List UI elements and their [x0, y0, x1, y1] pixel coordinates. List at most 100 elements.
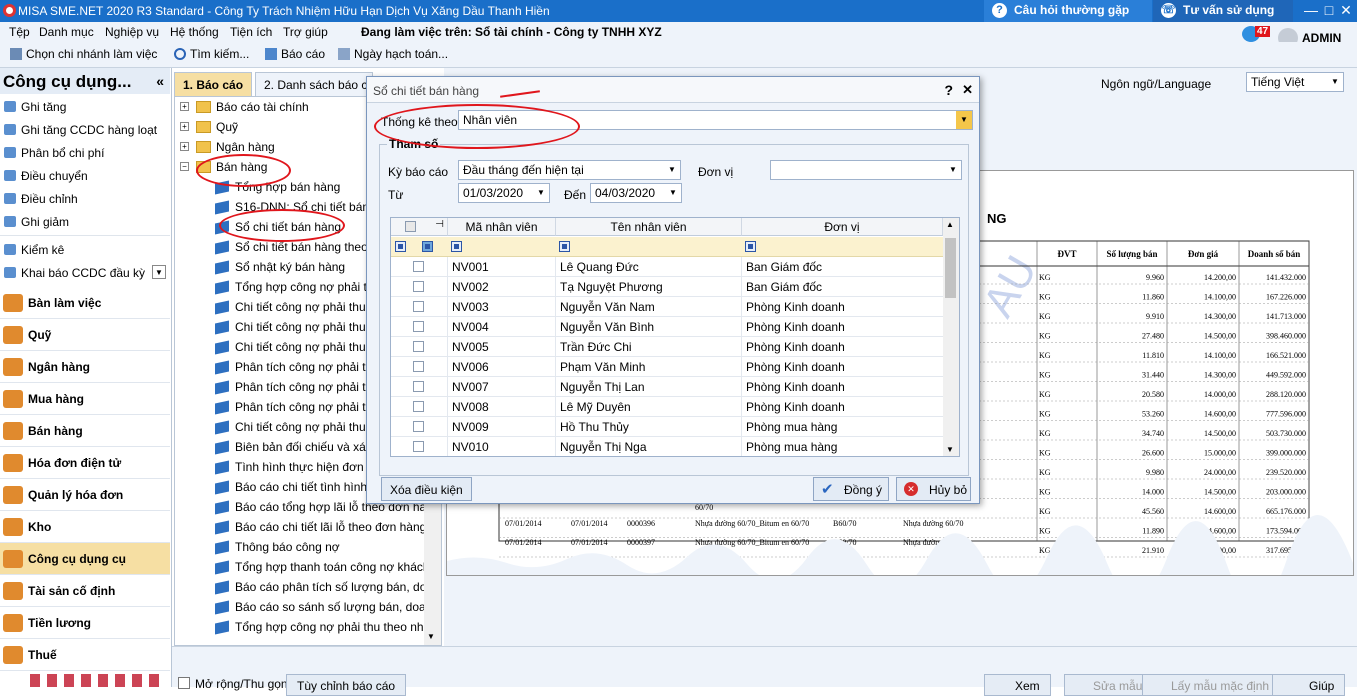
default-template-button[interactable]: Lấy mẫu mặc định [1142, 674, 1281, 696]
scroll-down-icon[interactable]: ▼ [427, 632, 435, 641]
tree-report-item[interactable]: Thông báo công nợ [175, 538, 425, 558]
table-row[interactable]: NV004 Nguyễn Văn Bình Phòng Kinh doanh [391, 317, 943, 337]
table-row[interactable]: NV008 Lê Mỹ Duyên Phòng Kinh doanh [391, 397, 943, 417]
table-row[interactable]: NV002 Tạ Nguyệt Phương Ban Giám đốc [391, 277, 943, 297]
nav-bank[interactable]: Ngân hàng [0, 351, 170, 383]
clear-conditions-button[interactable]: Xóa điều kiện [381, 477, 472, 501]
collapse-icon[interactable]: « [156, 73, 164, 89]
tree-report-item[interactable]: Báo cáo so sánh số lượng bán, doan [175, 598, 432, 618]
row-select-cell[interactable] [391, 437, 448, 456]
faq-button[interactable]: ? Câu hỏi thường gặp [984, 0, 1152, 22]
help-button[interactable]: Giúp [1272, 674, 1346, 696]
expand-toggle-icon[interactable]: + [180, 142, 189, 151]
posting-date-button[interactable]: Ngày hạch toán... [338, 47, 448, 61]
row-select-cell[interactable] [391, 417, 448, 437]
filter-icon[interactable] [395, 241, 406, 252]
scroll-up-icon[interactable]: ▲ [946, 220, 954, 229]
tool-item[interactable]: Ghi tăng [0, 96, 170, 118]
search-button[interactable]: Tìm kiếm... [174, 47, 249, 61]
row-select-cell[interactable] [391, 397, 448, 417]
row-select-cell[interactable] [391, 277, 448, 297]
tree-report-item[interactable]: Tổng hợp công nợ phải thu theo nhó [175, 618, 430, 638]
table-row[interactable]: NV006 Phạm Văn Minh Phòng Kinh doanh [391, 357, 943, 377]
language-select[interactable]: Tiếng Việt ▼ [1246, 72, 1344, 92]
col-department[interactable]: Đơn vị [742, 218, 943, 236]
reports-button[interactable]: Báo cáo [265, 47, 325, 61]
filter-icon[interactable] [422, 241, 433, 252]
table-row[interactable]: NV007 Nguyễn Thị Lan Phòng Kinh doanh [391, 377, 943, 397]
row-checkbox[interactable] [413, 361, 424, 372]
nav-sales[interactable]: Bán hàng [0, 415, 170, 447]
scroll-thumb[interactable] [945, 238, 956, 298]
select-all-checkbox[interactable] [405, 221, 416, 232]
edit-template-button[interactable]: Sửa mẫu [1064, 674, 1154, 696]
support-button[interactable]: ☏ Tư vấn sử dụng [1153, 0, 1293, 22]
tool-item[interactable]: Điều chỉnh [0, 188, 170, 210]
table-row[interactable]: NV010 Nguyễn Thị Nga Phòng mua hàng [391, 437, 943, 456]
tool-item[interactable]: Ghi giảm [0, 211, 170, 233]
filter-icon[interactable] [451, 241, 462, 252]
quick-icons[interactable] [30, 674, 160, 687]
row-select-cell[interactable] [391, 317, 448, 337]
unit-select[interactable]: ▼ [770, 160, 962, 180]
table-row[interactable]: NV001 Lê Quang Đức Ban Giám đốc [391, 257, 943, 277]
nav-invoice-management[interactable]: Quản lý hóa đơn [0, 479, 170, 511]
col-employee-name[interactable]: Tên nhân viên [556, 218, 742, 236]
filter-icon[interactable] [559, 241, 570, 252]
nav-warehouse[interactable]: Kho [0, 511, 170, 543]
dropdown-icon[interactable]: ▼ [152, 265, 166, 279]
view-button[interactable]: Xem [984, 674, 1051, 696]
row-checkbox[interactable] [413, 441, 424, 452]
row-checkbox[interactable] [413, 381, 424, 392]
row-checkbox[interactable] [413, 301, 424, 312]
row-checkbox[interactable] [413, 321, 424, 332]
expand-toggle-icon[interactable]: + [180, 102, 189, 111]
tool-item[interactable]: Khai báo CCDC đầu kỳ ▼ [0, 262, 170, 284]
col-employee-code[interactable]: Mã nhân viên [448, 218, 556, 236]
row-checkbox[interactable] [413, 421, 424, 432]
from-date-input[interactable]: 01/03/2020 ▼ [458, 183, 550, 203]
dialog-help-icon[interactable]: ? [944, 82, 953, 98]
row-checkbox[interactable] [413, 281, 424, 292]
tree-report-item[interactable]: Báo cáo chi tiết lãi lỗ theo đơn hàng [175, 518, 426, 538]
tool-item[interactable]: Phân bổ chi phí [0, 142, 170, 164]
tool-item[interactable]: Điều chuyển [0, 165, 170, 187]
nav-salary[interactable]: Tiền lương [0, 607, 170, 639]
select-all-header[interactable]: ⊣ [391, 218, 448, 236]
menu-file[interactable]: Tệp [9, 25, 30, 39]
grid-scrollbar[interactable]: ▲ ▼ [943, 218, 959, 456]
expand-checkbox[interactable] [178, 677, 190, 689]
row-select-cell[interactable] [391, 257, 448, 277]
menu-operations[interactable]: Nghiệp vụ [105, 25, 159, 39]
scroll-down-icon[interactable]: ▼ [946, 445, 954, 454]
nav-purchase[interactable]: Mua hàng [0, 383, 170, 415]
tree-report-item[interactable]: Báo cáo phân tích số lượng bán, doa [175, 578, 433, 598]
nav-cash[interactable]: Quỹ [0, 319, 170, 351]
expand-toggle-icon[interactable]: − [180, 162, 189, 171]
row-checkbox[interactable] [413, 401, 424, 412]
tool-item[interactable]: Kiểm kê [0, 239, 170, 261]
row-checkbox[interactable] [413, 341, 424, 352]
nav-tax[interactable]: Thuế [0, 639, 170, 671]
menu-catalog[interactable]: Danh mục [39, 25, 94, 39]
row-select-cell[interactable] [391, 337, 448, 357]
expand-toggle-icon[interactable]: + [180, 122, 189, 131]
nav-e-invoice[interactable]: Hóa đơn điện tử [0, 447, 170, 479]
close-button[interactable]: ✕ [1336, 0, 1356, 22]
menu-system[interactable]: Hệ thống [170, 25, 219, 39]
customize-report-button[interactable]: Tùy chỉnh báo cáo [286, 674, 407, 696]
filter-icon[interactable] [745, 241, 756, 252]
table-row[interactable]: NV003 Nguyễn Văn Nam Phòng Kinh doanh [391, 297, 943, 317]
tab-reports[interactable]: 1. Báo cáo [174, 72, 253, 96]
nav-desk[interactable]: Bàn làm việc [0, 287, 170, 319]
row-select-cell[interactable] [391, 297, 448, 317]
dialog-close-icon[interactable]: ✕ [962, 82, 973, 98]
table-row[interactable]: NV005 Trần Đức Chi Phòng Kinh doanh [391, 337, 943, 357]
row-select-cell[interactable] [391, 377, 448, 397]
to-date-input[interactable]: 04/03/2020 ▼ [590, 183, 682, 203]
menu-help[interactable]: Trợ giúp [283, 25, 328, 39]
nav-fixed-assets[interactable]: Tài sản cố định [0, 575, 170, 607]
cancel-button[interactable]: ✕ Hủy bỏ [896, 477, 971, 501]
tool-item[interactable]: Ghi tăng CCDC hàng loạt [0, 119, 170, 141]
nav-tools[interactable]: Công cụ dụng cụ [0, 543, 170, 575]
